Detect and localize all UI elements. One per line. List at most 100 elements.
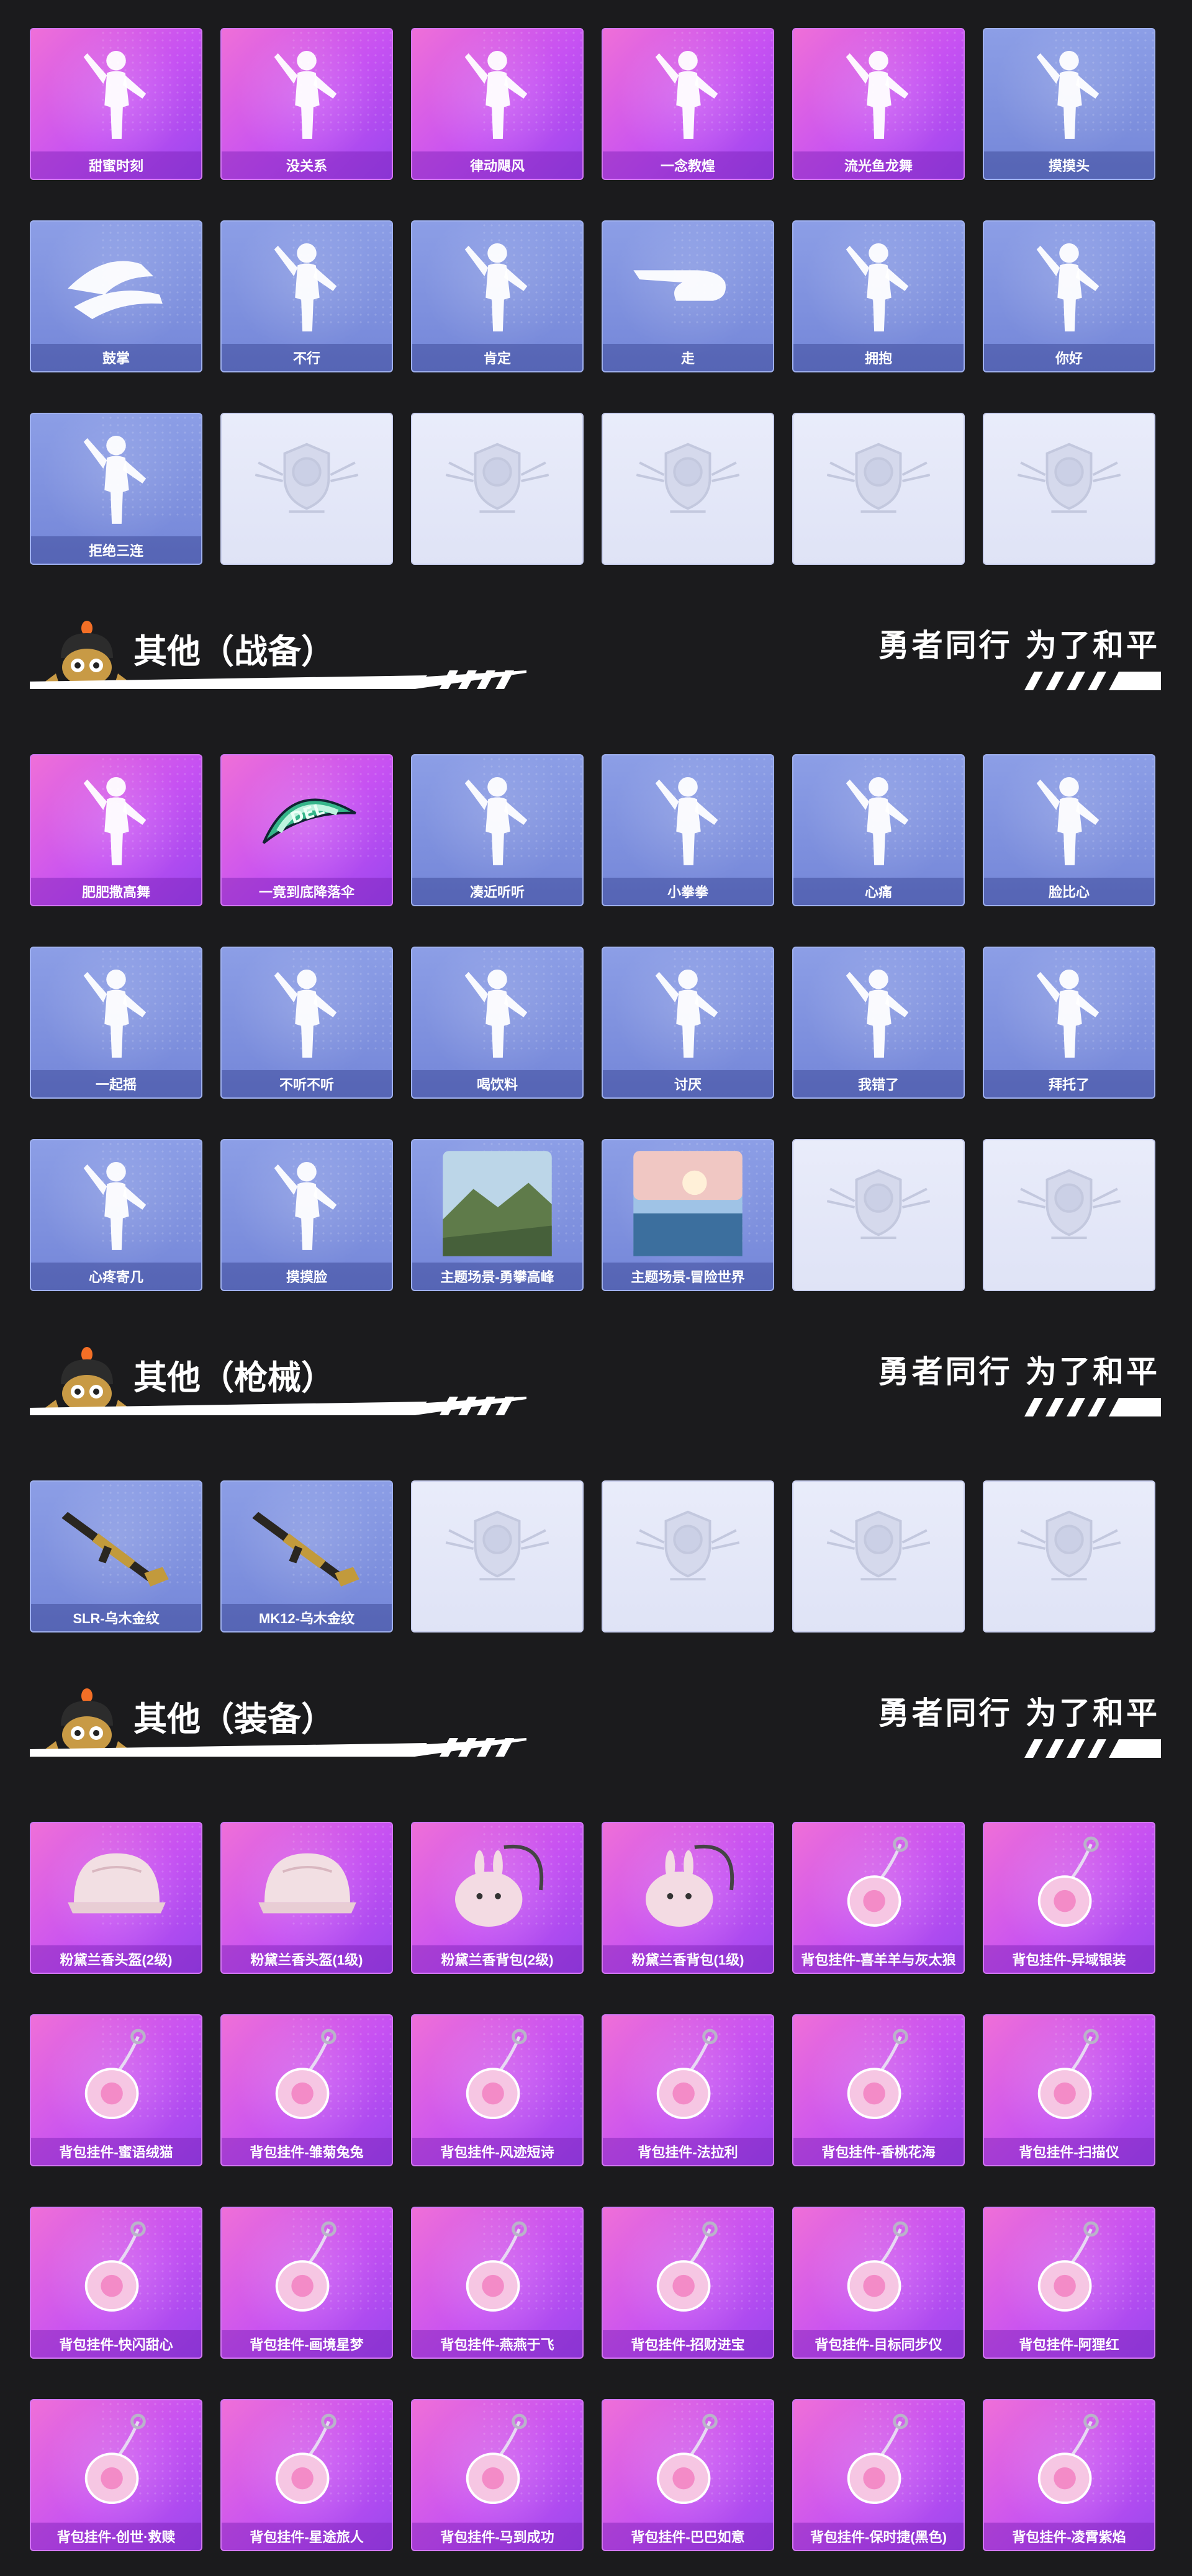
reward-item-card[interactable]: 心疼寄几 — [30, 1139, 202, 1291]
charm-icon — [31, 2020, 201, 2135]
charm-icon — [984, 2213, 1154, 2328]
reward-item-card[interactable]: 肥肥撒高舞 — [30, 754, 202, 906]
reward-item-card[interactable]: 流光鱼龙舞 — [792, 28, 965, 180]
reward-item-card[interactable]: 肯定 — [411, 220, 584, 372]
reward-item-card[interactable]: 心痛 — [792, 754, 965, 906]
reward-item-card[interactable]: 摸摸脸 — [220, 1139, 393, 1291]
reward-item-card[interactable]: 粉黛兰香背包(2级) — [411, 1822, 584, 1974]
reward-item-card[interactable]: 背包挂件-招财进宝 — [602, 2207, 774, 2359]
reward-item-card[interactable]: 背包挂件-风迹短诗 — [411, 2014, 584, 2166]
reward-item-card[interactable]: 背包挂件-阿狸红 — [983, 2207, 1155, 2359]
sea-scene-icon — [603, 1145, 773, 1260]
charm-icon — [31, 2405, 201, 2520]
section-title-underline — [30, 670, 526, 689]
reward-item-label: 走 — [603, 344, 773, 371]
reward-item-card[interactable]: 喝饮料 — [411, 947, 584, 1099]
reward-item-card[interactable]: 不听不听 — [220, 947, 393, 1099]
backpack-icon — [412, 1828, 582, 1943]
reward-item-card[interactable]: 一念教煌 — [602, 28, 774, 180]
pointing-hand-icon — [603, 227, 773, 341]
reward-item-card[interactable]: 没关系 — [220, 28, 393, 180]
reward-item-card[interactable]: 粉黛兰香头盔(2级) — [30, 1822, 202, 1974]
reward-item-card[interactable]: 背包挂件-快闪甜心 — [30, 2207, 202, 2359]
reward-item-card[interactable]: 律动飓风 — [411, 28, 584, 180]
reward-item-card[interactable]: 我错了 — [792, 947, 965, 1099]
empty-reward-slot — [792, 1139, 965, 1291]
empty-reward-slot — [792, 413, 965, 565]
reward-item-card[interactable]: 粉黛兰香背包(1级) — [602, 1822, 774, 1974]
reward-item-card[interactable]: 背包挂件-异域银装 — [983, 1822, 1155, 1974]
reward-item-card[interactable]: 背包挂件-扫描仪 — [983, 2014, 1155, 2166]
emblem-placeholder-icon — [984, 1487, 1154, 1601]
reward-item-card[interactable]: 背包挂件-法拉利 — [602, 2014, 774, 2166]
hug-figure-icon — [793, 227, 964, 341]
reward-item-label: 拥抱 — [793, 344, 964, 371]
reward-item-card[interactable]: 粉黛兰香头盔(1级) — [220, 1822, 393, 1974]
reward-item-card[interactable]: 背包挂件-创世·救赎 — [30, 2399, 202, 2551]
reward-item-label: 背包挂件-香桃花海 — [793, 2138, 964, 2165]
reward-item-card[interactable]: 主题场景-勇攀高峰 — [411, 1139, 584, 1291]
dancer-figure-icon — [31, 760, 201, 875]
reward-item-card[interactable]: 走 — [602, 220, 774, 372]
reward-item-label: 背包挂件-创世·救赎 — [31, 2523, 201, 2550]
reward-item-card[interactable]: 你好 — [983, 220, 1155, 372]
self-hug-figure-icon — [31, 1145, 201, 1260]
reward-item-label: 律动飓风 — [412, 151, 582, 179]
emblem-placeholder-icon — [793, 1145, 964, 1260]
reward-item-card[interactable]: 凑近听听 — [411, 754, 584, 906]
reward-item-card[interactable]: 甜蜜时刻 — [30, 28, 202, 180]
section-header: 其他（枪械） 勇者同行 为了和平 — [0, 1341, 1192, 1434]
reward-item-card[interactable]: MK12-乌木金纹 — [220, 1480, 393, 1633]
pray-figure-icon — [984, 953, 1154, 1068]
reward-item-card[interactable]: 背包挂件-蜜语绒猫 — [30, 2014, 202, 2166]
reward-item-label: 背包挂件-星途旅人 — [222, 2523, 392, 2550]
reward-item-card[interactable]: 脸比心 — [983, 754, 1155, 906]
reward-item-card[interactable]: DEL 一竟到底降落伞 — [220, 754, 393, 906]
reward-item-card[interactable]: 拥抱 — [792, 220, 965, 372]
reward-item-label: 拒绝三连 — [31, 536, 201, 564]
reward-item-card[interactable]: 背包挂件-喜羊羊与灰太狼 — [792, 1822, 965, 1974]
reward-item-card[interactable]: 背包挂件-保时捷(黑色) — [792, 2399, 965, 2551]
drink-figure-icon — [412, 953, 582, 1068]
reward-item-card[interactable]: 背包挂件-雏菊兔兔 — [220, 2014, 393, 2166]
reward-item-label: 粉黛兰香背包(2级) — [412, 1945, 582, 1973]
reward-item-label: 背包挂件-巴巴如意 — [603, 2523, 773, 2550]
emblem-placeholder-icon — [222, 419, 392, 534]
section-slogan: 勇者同行 为了和平 — [878, 1695, 1160, 1731]
reward-item-card[interactable]: 拒绝三连 — [30, 413, 202, 565]
reward-item-card[interactable]: 背包挂件-巴巴如意 — [602, 2399, 774, 2551]
listen-figure-icon — [412, 760, 582, 875]
clapping-hands-icon — [31, 227, 201, 341]
slogan-stripe-decoration — [1024, 1739, 1161, 1758]
reward-item-card[interactable]: 背包挂件-马到成功 — [411, 2399, 584, 2551]
reward-item-card[interactable]: 讨厌 — [602, 947, 774, 1099]
reward-item-card[interactable]: 鼓掌 — [30, 220, 202, 372]
reward-item-card[interactable]: 背包挂件-画境星梦 — [220, 2207, 393, 2359]
reward-item-card[interactable]: 一起摇 — [30, 947, 202, 1099]
reward-item-card[interactable]: 背包挂件-凌霄紫焰 — [983, 2399, 1155, 2551]
reward-item-label: 主题场景-冒险世界 — [603, 1263, 773, 1290]
reward-item-label: 背包挂件-凌霄紫焰 — [984, 2523, 1154, 2550]
reward-item-card[interactable]: 主题场景-冒险世界 — [602, 1139, 774, 1291]
crossed-arms-figure-icon — [31, 419, 201, 534]
reward-item-label: MK12-乌木金纹 — [222, 1604, 392, 1631]
reward-item-card[interactable]: 背包挂件-目标同步仪 — [792, 2207, 965, 2359]
reward-item-card[interactable]: 不行 — [220, 220, 393, 372]
reward-item-card[interactable]: 背包挂件-星途旅人 — [220, 2399, 393, 2551]
empty-reward-slot — [411, 413, 584, 565]
reward-item-label: 背包挂件-蜜语绒猫 — [31, 2138, 201, 2165]
slogan-stripe-decoration — [1024, 672, 1161, 690]
reward-item-card[interactable]: 背包挂件-燕燕于飞 — [411, 2207, 584, 2359]
reward-item-label: 我错了 — [793, 1070, 964, 1097]
section-slogan: 勇者同行 为了和平 — [878, 1354, 1160, 1390]
reward-item-label: 背包挂件-扫描仪 — [984, 2138, 1154, 2165]
reward-item-label: 肯定 — [412, 344, 582, 371]
reward-item-label: 一念教煌 — [603, 151, 773, 179]
reward-item-card[interactable]: SLR-乌木金纹 — [30, 1480, 202, 1633]
section-title: 其他（装备） — [133, 1700, 335, 1739]
reward-item-card[interactable]: 摸摸头 — [983, 28, 1155, 180]
reward-item-card[interactable]: 小拳拳 — [602, 754, 774, 906]
reward-item-card[interactable]: 背包挂件-香桃花海 — [792, 2014, 965, 2166]
reward-item-label: 背包挂件-画境星梦 — [222, 2330, 392, 2358]
reward-item-card[interactable]: 拜托了 — [983, 947, 1155, 1099]
